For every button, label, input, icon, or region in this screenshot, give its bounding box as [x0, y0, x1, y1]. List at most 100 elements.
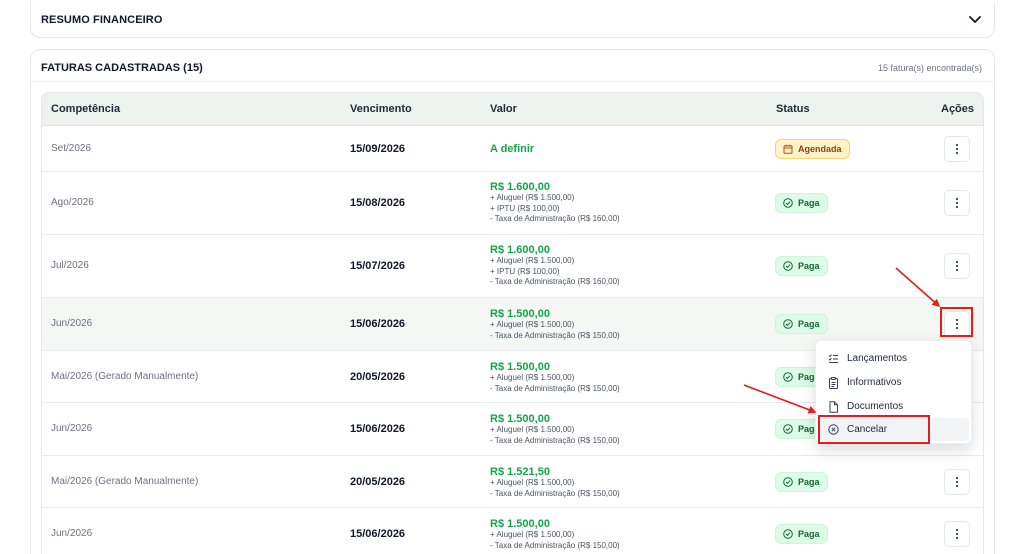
competencia-cell: Set/2026: [51, 143, 92, 154]
value-detail-line: + IPTU (R$ 100,00): [490, 203, 560, 213]
value-detail-line: + IPTU (R$ 100,00): [490, 266, 560, 276]
column-header-valor: Valor: [490, 103, 517, 115]
vencimento-cell: 15/06/2026: [350, 423, 406, 435]
column-header-acoes: Ações: [941, 103, 975, 115]
check-circle-icon: [783, 477, 793, 487]
annotation-highlight-box: [940, 307, 973, 337]
competencia-cell: Jun/2026: [51, 528, 93, 539]
valor-cell: R$ 1.600,00 + Aluguel (R$ 1.500,00) + IPTU…: [490, 244, 620, 288]
status-label: Paga: [798, 198, 820, 208]
valor-total: R$ 1.600,00: [490, 244, 550, 256]
status-label: Agendada: [798, 144, 842, 154]
value-detail-line: + Aluguel (R$ 1.500,00): [490, 373, 575, 382]
row-actions-button[interactable]: [944, 521, 970, 547]
check-circle-icon: [783, 261, 793, 271]
menu-item-lancamentos[interactable]: Lançamentos: [820, 347, 969, 370]
calendar-icon: [783, 144, 793, 154]
valor-total: A definir: [490, 143, 535, 155]
financial-summary-panel[interactable]: RESUMO FINANCEIRO: [30, 2, 995, 38]
competencia-cell: Mai/2026 (Gerado Manualmente): [51, 476, 199, 487]
invoices-panel: FATURAS CADASTRADAS (15) 15 fatura(s) en…: [30, 49, 995, 554]
divider: [31, 81, 994, 82]
row-actions-button[interactable]: [944, 469, 970, 495]
status-badge: Paga: [775, 524, 828, 544]
vencimento-cell: 15/06/2026: [350, 528, 406, 540]
valor-total: R$ 1.500,00: [490, 361, 550, 373]
column-header-vencimento: Vencimento: [350, 103, 412, 115]
status-label: Paga: [798, 477, 820, 487]
status-label: Paga: [798, 529, 820, 539]
valor-total: R$ 1.600,00: [490, 181, 550, 193]
invoices-table: Competência Vencimento Valor Status Açõe…: [41, 92, 984, 554]
page: RESUMO FINANCEIRO FATURAS CADASTRADAS (1…: [0, 0, 1024, 554]
invoices-title: FATURAS CADASTRADAS (15): [41, 62, 203, 74]
more-vertical-icon: [955, 260, 959, 272]
value-detail-line: - Taxa de Administração (R$ 150,00): [490, 488, 620, 498]
check-circle-icon: [783, 529, 793, 539]
valor-total: R$ 1.500,00: [490, 308, 550, 320]
row-actions-button[interactable]: [944, 253, 970, 279]
value-detail-line: - Taxa de Administração (R$ 150,00): [490, 540, 620, 550]
chevron-down-icon[interactable]: [968, 12, 982, 26]
value-detail-line: - Taxa de Administração (R$ 160,00): [490, 214, 620, 223]
row-actions-button[interactable]: [944, 136, 970, 162]
check-circle-icon: [783, 198, 793, 208]
more-vertical-icon: [955, 197, 959, 209]
valor-cell: R$ 1.500,00 + Aluguel (R$ 1.500,00) - Taxa…: [490, 308, 620, 341]
status-badge: Paga: [775, 256, 828, 276]
value-detail-line: - Taxa de Administração (R$ 150,00): [490, 330, 620, 340]
column-header-competencia: Competência: [51, 103, 121, 115]
valor-total: R$ 1.500,00: [490, 518, 550, 530]
vencimento-cell: 15/07/2026: [350, 260, 406, 272]
value-detail-line: + Aluguel (R$ 1.500,00): [490, 425, 575, 434]
competencia-cell: Jun/2026: [51, 423, 93, 434]
valor-cell: R$ 1.500,00 + Aluguel (R$ 1.500,00) - Taxa…: [490, 361, 620, 394]
menu-item-label: Informativos: [847, 377, 902, 388]
annotation-highlight-box: [818, 415, 930, 444]
value-detail-line: - Taxa de Administração (R$ 150,00): [490, 383, 620, 393]
valor-cell: R$ 1.600,00 + Aluguel (R$ 1.500,00) + IPTU…: [490, 181, 620, 225]
list-check-icon: [828, 354, 838, 363]
menu-item-label: Documentos: [847, 401, 904, 412]
check-circle-icon: [783, 424, 793, 434]
menu-item-informativos[interactable]: Informativos: [820, 371, 969, 394]
value-detail-line: + Aluguel (R$ 1.500,00): [490, 320, 575, 329]
competencia-cell: Ago/2026: [51, 197, 94, 208]
valor-cell: A definir: [490, 143, 534, 155]
competencia-cell: Mai/2026 (Gerado Manualmente): [51, 371, 199, 382]
check-circle-icon: [783, 372, 793, 382]
table-row: Set/2026 15/09/2026 A definir Agendada: [42, 126, 983, 172]
value-detail-line: - Taxa de Administração (R$ 150,00): [490, 435, 620, 445]
status-badge: Agendada: [775, 139, 850, 159]
value-detail-line: + Aluguel (R$ 1.500,00): [490, 256, 575, 265]
vencimento-cell: 15/09/2026: [350, 143, 406, 155]
valor-cell: R$ 1.521,50 + Aluguel (R$ 1.500,00) - Taxa…: [490, 466, 620, 499]
valor-total: R$ 1.521,50: [490, 466, 550, 478]
financial-summary-title: RESUMO FINANCEIRO: [41, 14, 163, 26]
row-actions-button[interactable]: [944, 190, 970, 216]
value-detail-line: - Taxa de Administração (R$ 160,00): [490, 277, 620, 286]
check-circle-icon: [783, 319, 793, 329]
vencimento-cell: 20/05/2026: [350, 476, 406, 488]
table-row: Jun/2026 15/06/2026 R$ 1.500,00 + Aluguel (…: [42, 508, 983, 554]
vencimento-cell: 15/08/2026: [350, 197, 406, 209]
table-row: Jul/2026 15/07/2026 R$ 1.600,00 + Aluguel (…: [42, 235, 983, 298]
status-label: Paga: [798, 261, 820, 271]
invoices-count: 15 fatura(s) encontrada(s): [877, 63, 982, 73]
table-header: Competência Vencimento Valor Status Açõe…: [42, 93, 983, 126]
table-row: Mai/2026 (Gerado Manualmente) 20/05/2026 R…: [42, 456, 983, 508]
status-badge: Paga: [775, 314, 828, 334]
more-vertical-icon: [955, 143, 959, 155]
vencimento-cell: 20/05/2026: [350, 371, 406, 383]
document-icon: [829, 400, 838, 413]
value-detail-line: + Aluguel (R$ 1.500,00): [490, 530, 575, 539]
competencia-cell: Jun/2026: [51, 318, 93, 329]
valor-cell: R$ 1.500,00 + Aluguel (R$ 1.500,00) - Taxa…: [490, 413, 620, 446]
more-vertical-icon: [955, 528, 959, 540]
value-detail-line: + Aluguel (R$ 1.500,00): [490, 478, 575, 487]
value-detail-line: + Aluguel (R$ 1.500,00): [490, 193, 575, 202]
menu-item-label: Lançamentos: [847, 353, 908, 364]
status-badge: Paga: [775, 472, 828, 492]
competencia-cell: Jul/2026: [51, 260, 89, 271]
vencimento-cell: 15/06/2026: [350, 318, 406, 330]
